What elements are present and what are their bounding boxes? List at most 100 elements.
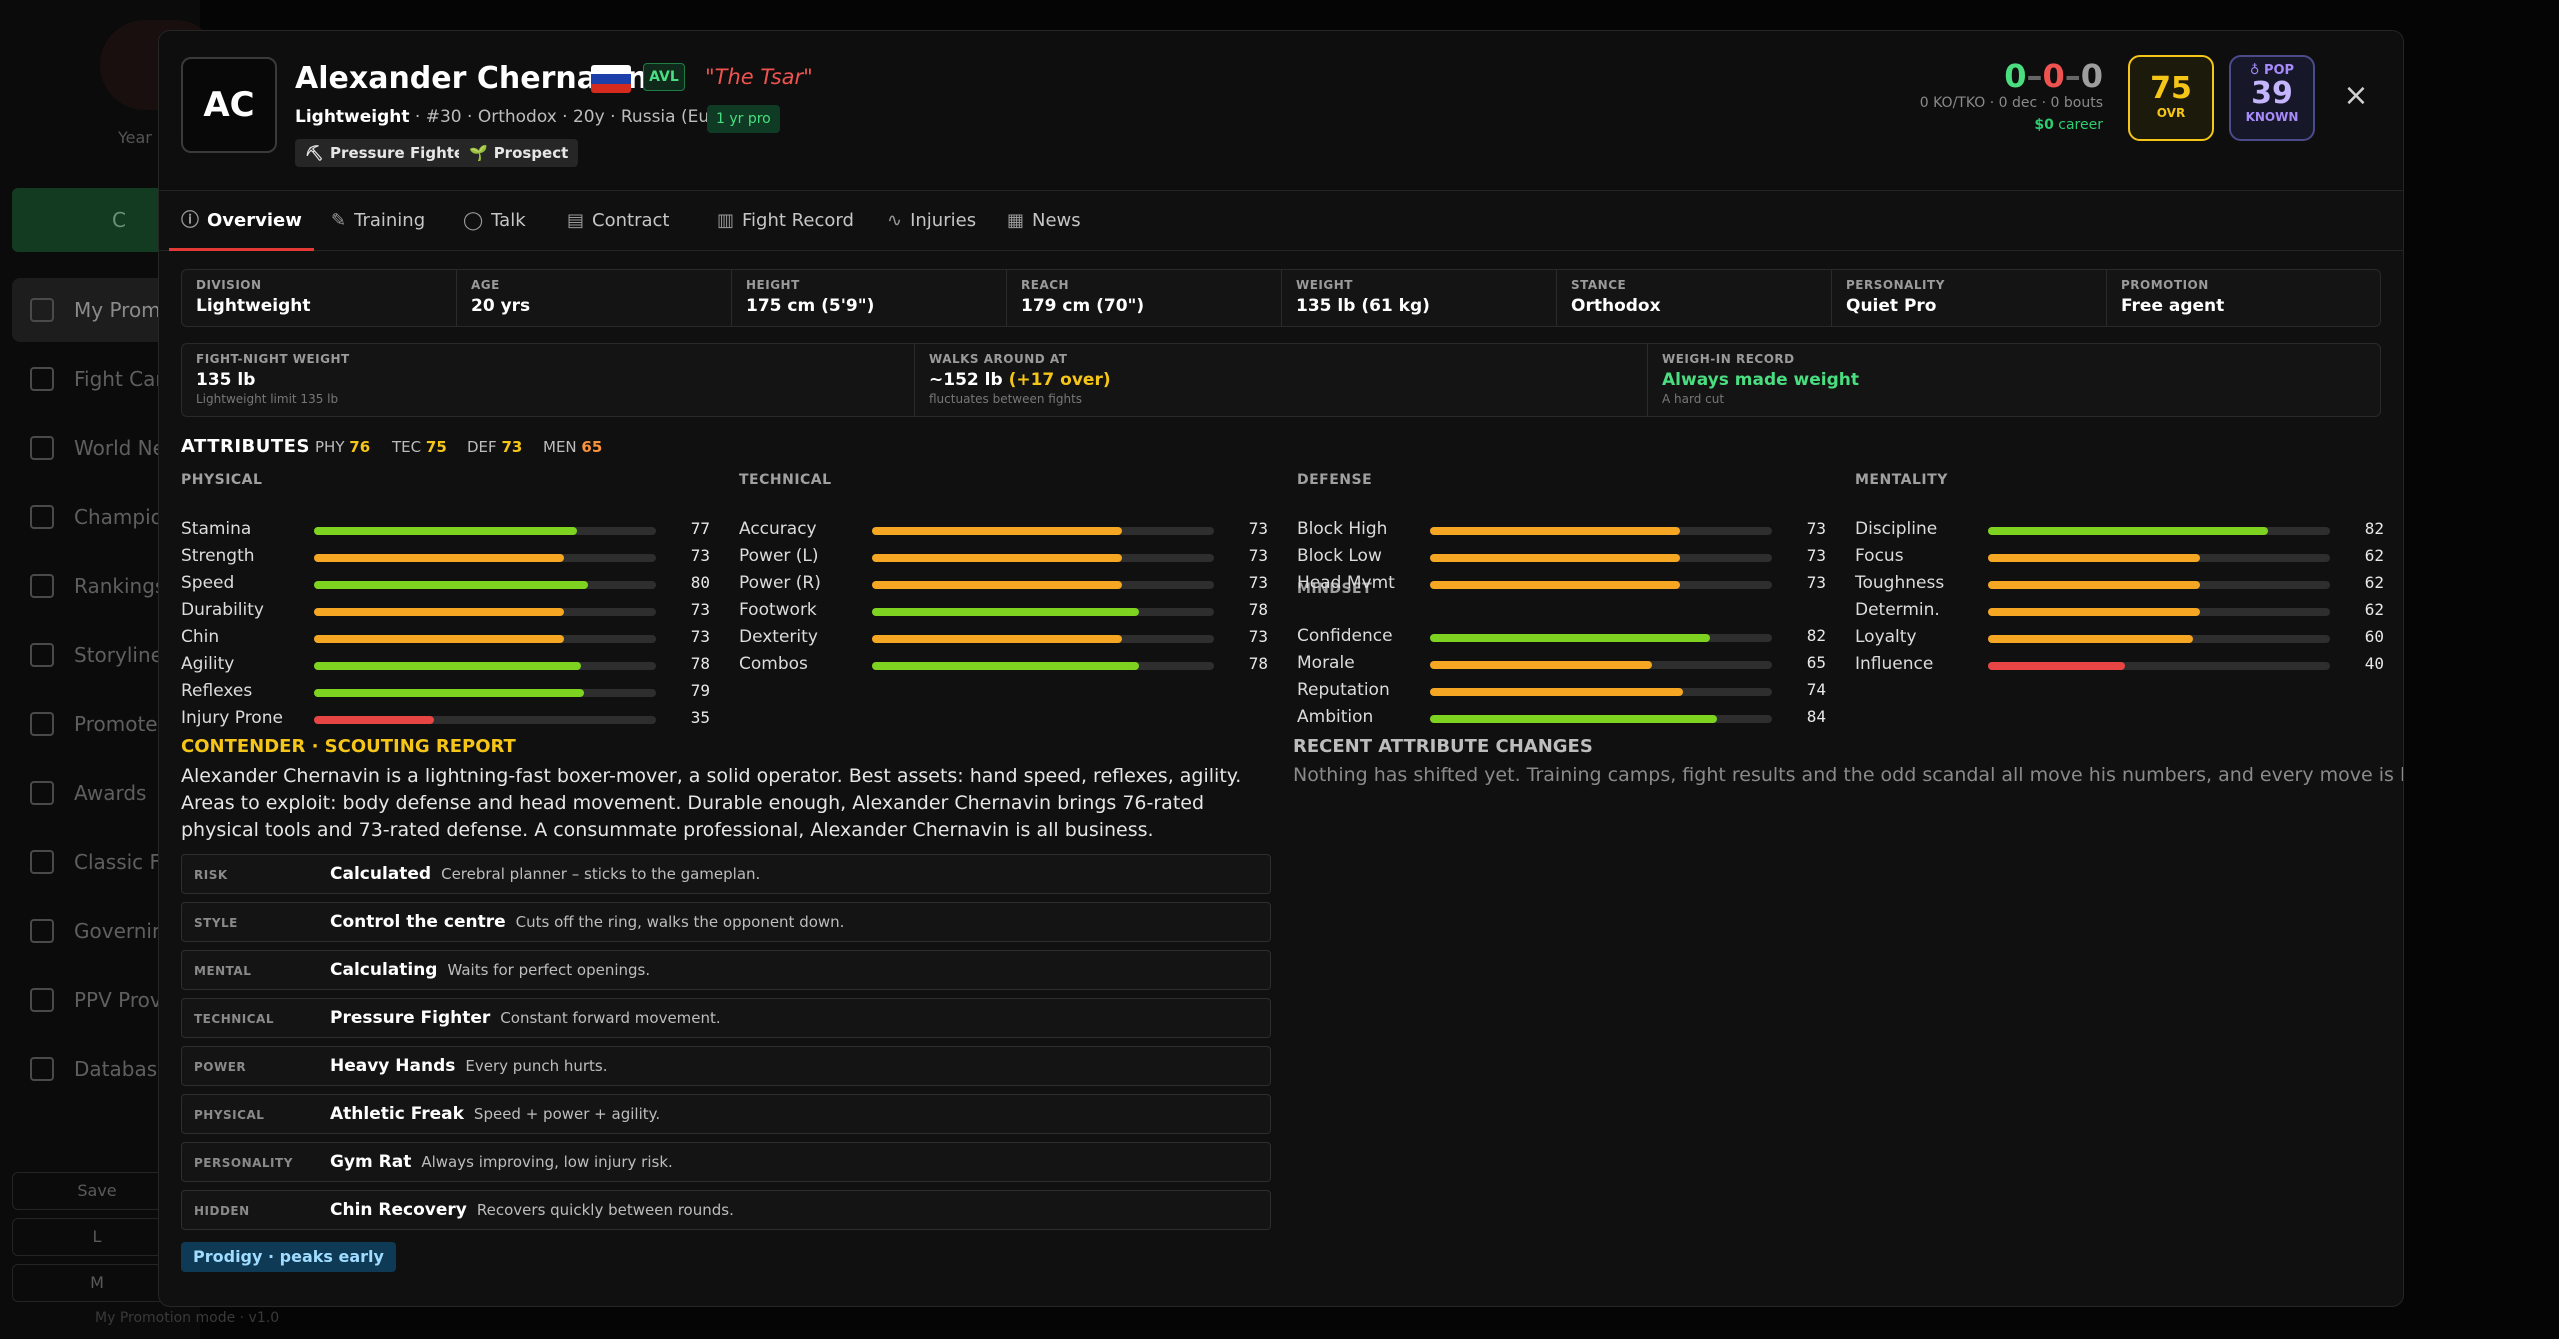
attribute-row-power-r: Power (R) 73 [739,573,1269,595]
nav-icon [30,712,54,736]
attribute-row-confidence: Confidence 82 [1297,626,1827,648]
attribute-label: Head Mvmt [1297,573,1395,593]
attribute-bar-fill [872,608,1139,616]
attribute-row-determin: Determin. 62 [1855,600,2385,622]
tab-training[interactable]: ✎ Training [319,191,437,251]
attribute-bar-fill [872,662,1139,670]
attribute-bar-track [872,527,1214,535]
info-height: HEIGHT 175 cm (5'9") [732,270,1007,326]
weigh-in-record: WEIGH-IN RECORD Always made weight A hard … [1662,352,1860,406]
attribute-bar-fill [872,635,1122,643]
recent-changes-title: RECENT ATTRIBUTE CHANGES [1293,736,1593,757]
recent-changes-text: Nothing has shifted yet. Training camps,… [1293,764,2404,786]
trait-description: Recovers quickly between rounds. [476,1201,734,1219]
trait-value: Chin Recovery Recovers quickly between ro… [330,1200,734,1220]
group-physical: PHYSICAL [181,472,263,488]
attribute-bar-fill [1430,688,1684,696]
trait-description: Every punch hurts. [465,1057,608,1075]
attribute-bar-fill [872,527,1122,535]
attribute-row-strength: Strength 73 [181,546,711,568]
attribute-value: 40 [2364,654,2384,673]
attribute-label: Stamina [181,519,252,539]
attribute-bar-fill [1430,661,1653,669]
fighter-subline: Lightweight · #30 · Orthodox · 20y · Rus… [295,107,755,127]
nav-icon [30,574,54,598]
attribute-bar-track [1988,581,2330,589]
sprout-icon: 🌱 [469,144,488,162]
nav-icon [30,919,54,943]
attribute-bar-fill [1988,662,2125,670]
attribute-bar-fill [1988,581,2201,589]
tab-news[interactable]: ▦ News [995,191,1093,251]
attribute-bar-fill [1988,554,2201,562]
attribute-bar-track [1430,527,1772,535]
attribute-row-block-low: Block Low 73 [1297,546,1827,568]
fighter-nickname: "The Tsar" [705,65,813,89]
attribute-bar-track [1430,581,1772,589]
attribute-row-combos: Combos 78 [739,654,1269,676]
trait-description: Constant forward movement. [500,1009,721,1027]
pickaxe-icon: ⛏ [305,144,325,162]
attribute-row-reflexes: Reflexes 79 [181,681,711,703]
summary-tec: TEC 75 [392,438,447,456]
attribute-bar-fill [1430,527,1680,535]
tab-contract[interactable]: ▤ Contract [555,191,681,251]
attribute-value: 84 [1806,707,1826,726]
attribute-row-toughness: Toughness 62 [1855,573,2385,595]
scouting-report-text: Alexander Chernavin is a lightning-fast … [181,765,1242,841]
attribute-bar-track [314,527,656,535]
attribute-value: 79 [690,681,710,700]
attribute-bar-fill [872,581,1122,589]
attribute-label: Reputation [1297,680,1390,700]
attribute-value: 62 [2364,600,2384,619]
attribute-row-morale: Morale 65 [1297,653,1827,675]
attribute-value: 80 [690,573,710,592]
trait-description: Cuts off the ring, walks the opponent do… [515,913,845,931]
background-button-2: L [12,1218,182,1256]
attribute-bar-fill [1430,554,1680,562]
nav-icon [30,988,54,1012]
attribute-value: 78 [1248,600,1268,619]
trait-value: Pressure Fighter Constant forward movemen… [330,1008,721,1028]
career-earnings: $0 career [2034,117,2103,133]
attribute-bar-track [314,554,656,562]
close-icon[interactable]: × [2341,81,2371,111]
background-footer: My Promotion mode · v1.0 [95,1310,280,1326]
trait-value: Control the centre Cuts off the ring, wal… [330,912,845,932]
attribute-bar-fill [314,689,585,697]
attribute-label: Chin [181,627,220,647]
tab-injuries[interactable]: ∿ Injuries [875,191,988,251]
tab-fight-record[interactable]: ▥ Fight Record [705,191,866,251]
attribute-row-ambition: Ambition 84 [1297,707,1827,729]
attribute-value: 74 [1806,680,1826,699]
fight-night-weight: FIGHT-NIGHT WEIGHT 135 lb Lightweight limi… [182,344,915,416]
tab-overview[interactable]: ⓘ Overview [169,191,314,251]
attribute-bar-track [872,554,1214,562]
attribute-bar-fill [314,608,564,616]
attribute-bar-track [314,581,656,589]
trait-category: RISK [194,868,228,882]
group-mentality: MENTALITY [1855,472,1948,488]
tag-prospect[interactable]: 🌱 Prospect [459,139,579,167]
trait-category: STYLE [194,916,238,930]
group-technical: TECHNICAL [739,472,832,488]
attribute-bar-track [314,608,656,616]
attribute-bar-track [1988,635,2330,643]
group-defense: DEFENSE [1297,472,1373,488]
tab-talk[interactable]: ◯ Talk [451,191,538,251]
profile-tabs: ⓘ Overview ✎ Training ◯ Talk ▤ Contract ▥ Fig… [159,191,2403,251]
attribute-row-stamina: Stamina 77 [181,519,711,541]
trait-value: Calculating Waits for perfect openings. [330,960,651,980]
attribute-bar-fill [314,635,564,643]
info-promotion: PROMOTION Free agent [2121,278,2225,316]
attribute-label: Focus [1855,546,1904,566]
attribute-row-durability: Durability 73 [181,600,711,622]
status-badge: AVL [643,63,685,91]
walks-around-weight: WALKS AROUND AT ~152 lb (+17 over) fluctua… [915,344,1648,416]
clipboard-icon: ▥ [717,210,735,231]
attribute-row-dexterity: Dexterity 73 [739,627,1269,649]
attribute-value: 35 [690,708,710,727]
tag-pressure-fighter[interactable]: ⛏ Pressure Fighter [295,139,482,167]
attribute-label: Discipline [1855,519,1938,539]
attribute-bar-track [872,662,1214,670]
